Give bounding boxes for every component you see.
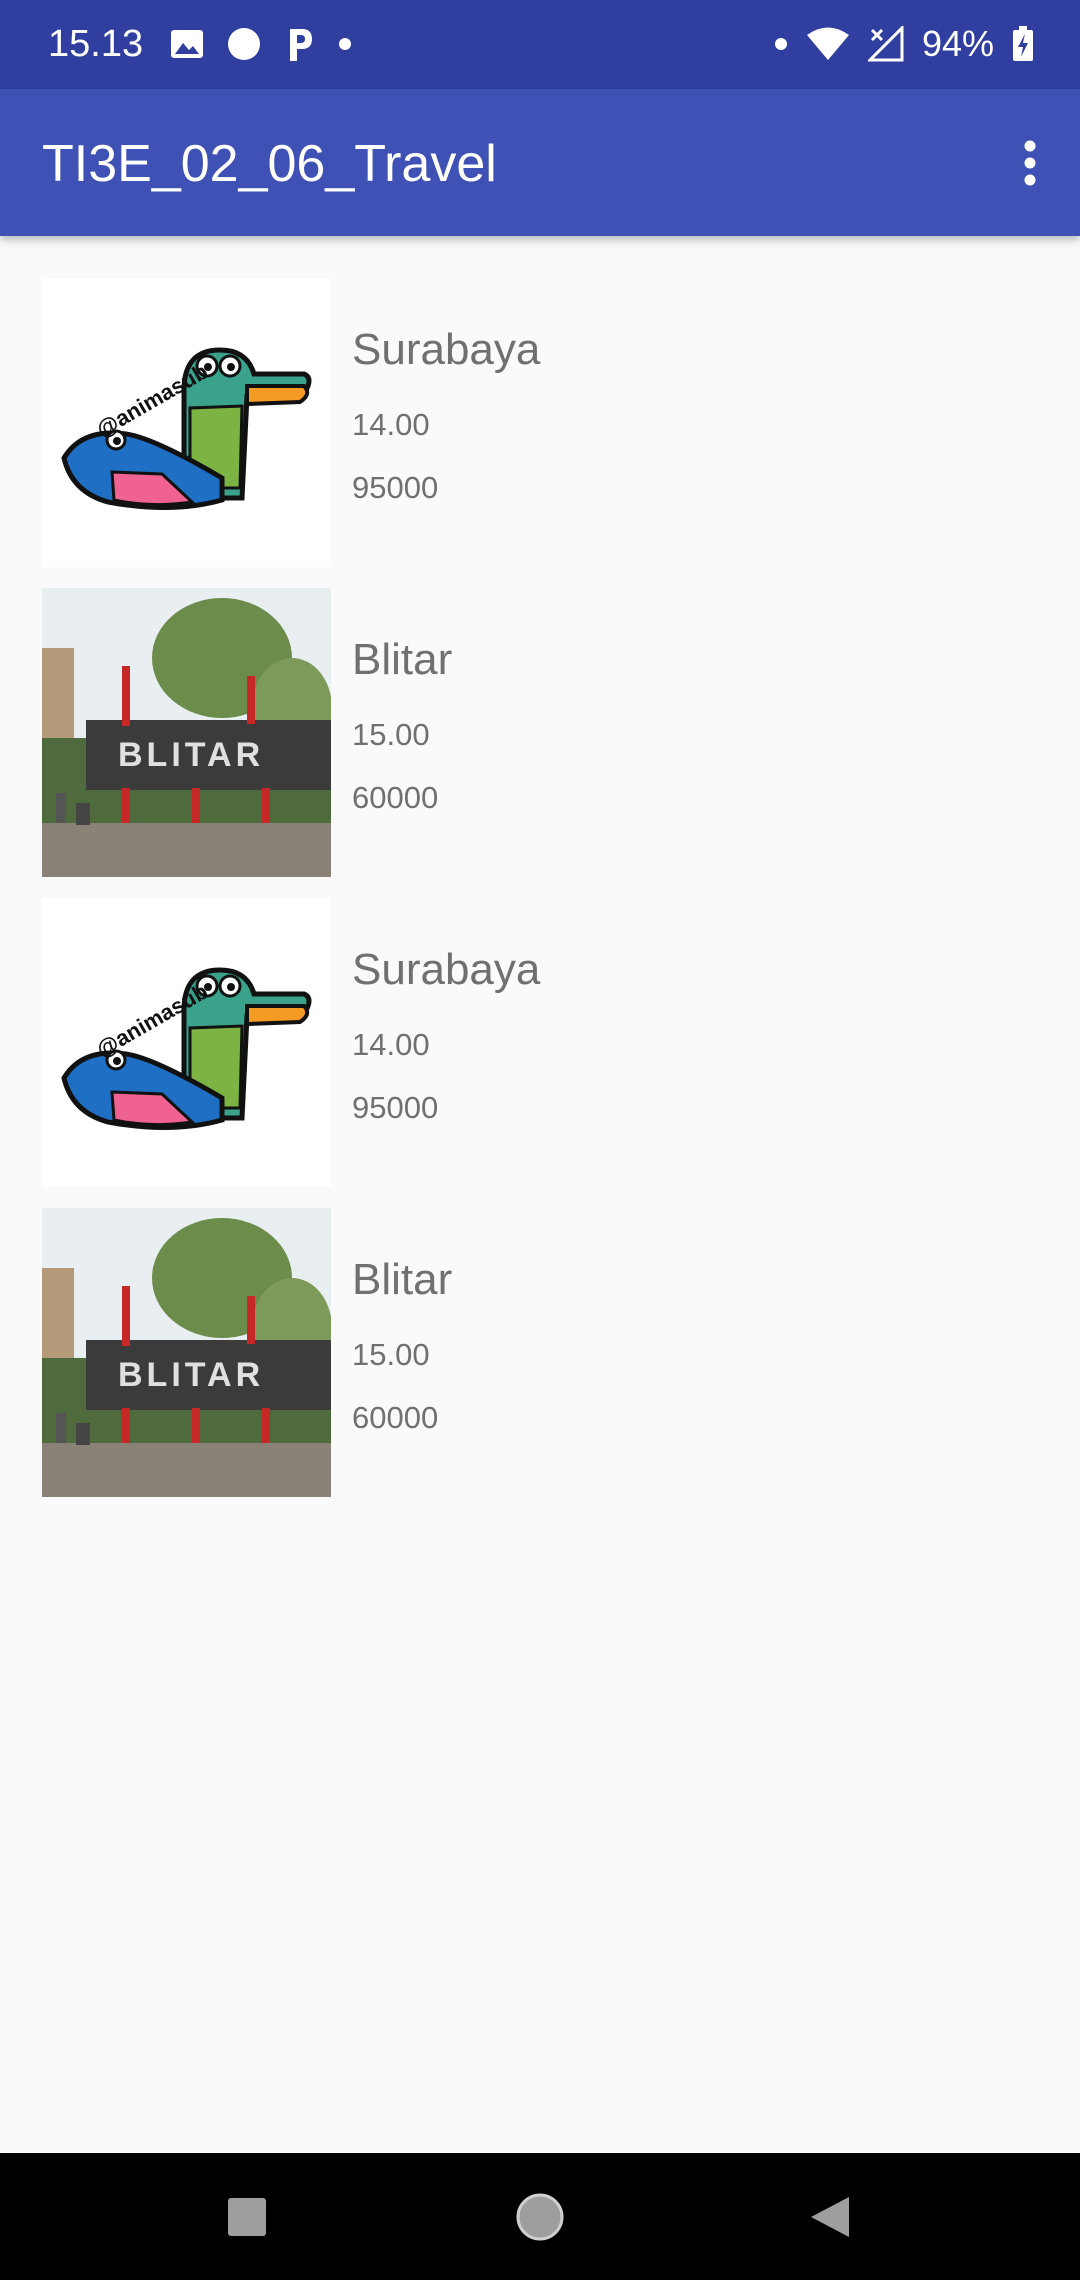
item-image: @animasub: [42, 898, 331, 1187]
dot-icon: [774, 38, 787, 50]
item-price: 60000: [352, 780, 439, 815]
item-time: 14.00: [352, 407, 430, 442]
battery-charging-icon: [1013, 26, 1033, 61]
home-button[interactable]: [480, 2153, 600, 2280]
blitar-sign-photo: BLITAR: [42, 588, 331, 877]
more-vert-icon: [1024, 140, 1036, 186]
parking-icon: [290, 29, 312, 61]
item-name: Surabaya: [352, 325, 541, 374]
home-circle-icon: [516, 2193, 564, 2240]
item-name: Blitar: [352, 1255, 453, 1304]
item-price: 60000: [352, 1400, 439, 1435]
battery-percentage: 94%: [921, 23, 994, 64]
dot-icon: [339, 38, 351, 50]
list-item[interactable]: BLITAR Blitar 15.00 60000: [42, 1208, 1042, 1498]
back-triangle-icon: [811, 2196, 849, 2237]
navigation-bar: [0, 2153, 1080, 2280]
circle-icon: [228, 28, 260, 60]
svg-text:BLITAR: BLITAR: [118, 1356, 264, 1394]
app-bar: TI3E_02_06_Travel: [0, 89, 1080, 236]
crocodile-logo: @animasub: [42, 278, 331, 567]
status-bar: 15.13 94%: [0, 0, 1080, 89]
svg-text:BLITAR: BLITAR: [118, 736, 264, 774]
item-name: Blitar: [352, 635, 453, 684]
status-time: 15.13: [48, 23, 144, 65]
item-time: 15.00: [352, 717, 430, 752]
list-item[interactable]: @animasub Surabaya 14.00 95000: [42, 898, 1042, 1188]
item-image: @animasub: [42, 278, 331, 567]
signal-icon: [867, 26, 904, 62]
item-time: 14.00: [352, 1027, 430, 1062]
recents-button[interactable]: [187, 2153, 307, 2280]
blitar-sign-photo: BLITAR: [42, 1208, 331, 1497]
item-image: BLITAR: [42, 1208, 331, 1497]
app-title: TI3E_02_06_Travel: [42, 135, 497, 193]
crocodile-logo: @animasub: [42, 898, 331, 1187]
item-price: 95000: [352, 470, 439, 505]
system-icons: 94%: [774, 22, 1034, 66]
item-price: 95000: [352, 1090, 439, 1125]
list-item[interactable]: BLITAR Blitar 15.00 60000: [42, 588, 1042, 878]
item-image: BLITAR: [42, 588, 331, 877]
item-time: 15.00: [352, 1337, 430, 1372]
image-icon: [171, 30, 203, 58]
recents-square-icon: [228, 2197, 266, 2236]
list-item[interactable]: @animasub Surabaya 14.00 95000: [42, 278, 1042, 568]
wifi-icon: [806, 27, 849, 60]
item-name: Surabaya: [352, 945, 541, 994]
back-button[interactable]: [770, 2153, 890, 2280]
notification-icons: [170, 22, 352, 66]
more-options-button[interactable]: [1000, 127, 1060, 199]
